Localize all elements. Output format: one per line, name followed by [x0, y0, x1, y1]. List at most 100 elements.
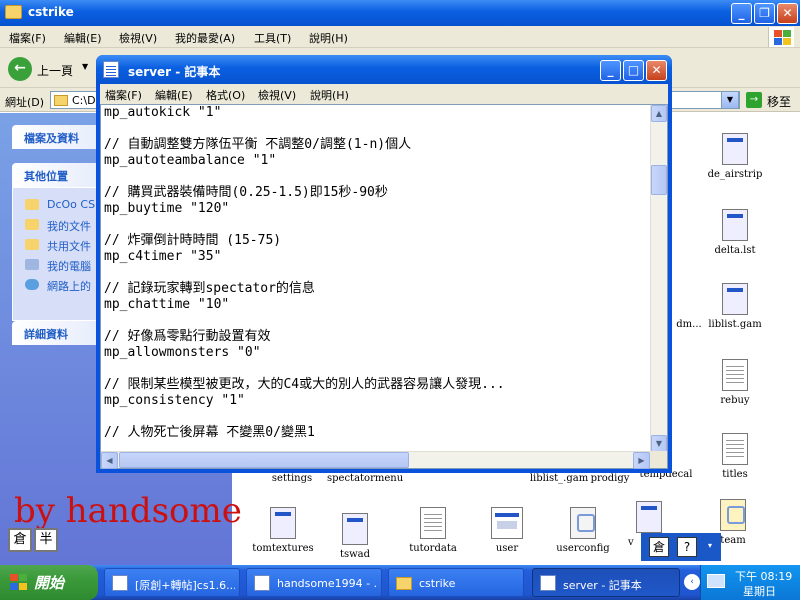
editor-line[interactable]: mp_autoteambalance "1": [104, 153, 649, 169]
explorer-title: cstrike: [28, 5, 74, 19]
menu-favorites[interactable]: 我的最愛(A): [175, 30, 235, 46]
clock-time[interactable]: 下午 08:19: [735, 568, 792, 584]
network-icon[interactable]: [707, 574, 725, 588]
editor-line[interactable]: // 購買武器裝備時間(0.25-1.5)即15秒-90秒: [104, 185, 649, 201]
editor-blank-line[interactable]: [104, 217, 649, 233]
editor-line[interactable]: // 好像爲零點行動設置有效: [104, 329, 649, 345]
minimize-button[interactable]: _: [731, 3, 752, 24]
file-label: spectatormenu: [327, 473, 404, 484]
editor-line[interactable]: mp_allowmonsters "0": [104, 345, 649, 361]
editor-line[interactable]: // 限制某些模型被更改，大的C4或大的別人的武器容易讓人發現...: [104, 377, 649, 393]
close-button[interactable]: ✕: [646, 60, 667, 81]
scroll-thumb[interactable]: [119, 452, 409, 468]
watermark-text: by handsome: [14, 491, 242, 531]
scroll-right-icon[interactable]: ▶: [633, 452, 650, 469]
menu-tools[interactable]: 工具(T): [254, 30, 291, 46]
ie-icon: [254, 575, 270, 591]
go-arrow-icon[interactable]: →: [746, 92, 762, 108]
editor-line[interactable]: // 炸彈倒計時時間 (15-75): [104, 233, 649, 249]
taskbar-button-notepad[interactable]: server - 記事本: [532, 568, 680, 597]
back-button[interactable]: 上一頁: [37, 62, 73, 79]
go-button[interactable]: 移至: [767, 93, 791, 110]
taskbar-button-ie2[interactable]: handsome1994 - ...: [246, 568, 382, 597]
editor-line[interactable]: mp_c4timer "35": [104, 249, 649, 265]
place-label: 共用文件: [47, 240, 91, 253]
window-icon: [491, 507, 523, 539]
folder-icon: [5, 5, 22, 19]
editor-blank-line[interactable]: [104, 265, 649, 281]
editor-line[interactable]: // 記錄玩家轉到spectator的信息: [104, 281, 649, 297]
scroll-thumb[interactable]: [651, 165, 667, 195]
documents-icon: [25, 219, 39, 230]
file-label: de_airstrip: [707, 169, 763, 180]
task-section-label: 詳細資料: [24, 328, 68, 341]
file-icon: [722, 359, 748, 391]
menu-file[interactable]: 檔案(F): [105, 87, 142, 103]
editor-blank-line[interactable]: [104, 361, 649, 377]
address-label: 網址(D): [5, 96, 45, 109]
horizontal-scrollbar[interactable]: ◀ ▶: [101, 451, 651, 469]
close-button[interactable]: ✕: [777, 3, 798, 24]
task-section-label: 其他位置: [24, 170, 68, 183]
chevron-down-icon[interactable]: ▾: [703, 537, 717, 557]
taskbar: 開始 [原創+轉帖]cs1.6... handsome1994 - ... cs…: [0, 565, 800, 600]
editor-line[interactable]: // 自動調整雙方隊伍平衡 不調整0/調整(1-n)個人: [104, 137, 649, 153]
place-label: DcOo CS: [47, 198, 96, 211]
menu-help[interactable]: 說明(H): [310, 87, 349, 103]
ime-indicator: 倉 半: [8, 528, 60, 552]
taskbar-button-cstrike[interactable]: cstrike: [388, 568, 524, 597]
taskbar-button-ie1[interactable]: [原創+轉帖]cs1.6...: [104, 568, 240, 597]
notepad-editor[interactable]: mp_autokick "1" // 自動調整雙方隊伍平衡 不調整0/調整(1-…: [100, 104, 668, 469]
tray-expand-chevron-icon[interactable]: ‹: [684, 574, 700, 590]
file-label: liblist.gam: [708, 319, 762, 330]
scroll-up-icon[interactable]: ▲: [651, 105, 667, 122]
vertical-scrollbar[interactable]: ▲ ▼: [650, 105, 667, 452]
menu-view[interactable]: 檢視(V): [119, 30, 157, 46]
windows-logo-icon: [768, 27, 794, 47]
explorer-titlebar[interactable]: cstrike _ ❐ ✕: [0, 0, 800, 26]
explorer-menubar: 檔案(F) 編輯(E) 檢視(V) 我的最愛(A) 工具(T) 說明(H): [0, 26, 800, 48]
taskbar-button-label: server - 記事本: [563, 579, 642, 592]
place-label: 網路上的: [47, 280, 91, 293]
ime-width-button[interactable]: 半: [34, 528, 58, 552]
maximize-button[interactable]: ❐: [754, 3, 775, 24]
scroll-left-icon[interactable]: ◀: [101, 452, 118, 469]
chevron-down-icon[interactable]: ▼: [82, 62, 88, 71]
editor-blank-line[interactable]: [104, 409, 649, 425]
menu-edit[interactable]: 編輯(E): [155, 87, 193, 103]
minimize-button[interactable]: _: [600, 60, 621, 81]
editor-blank-line[interactable]: [104, 169, 649, 185]
resize-grip[interactable]: [650, 451, 667, 468]
maximize-button[interactable]: □: [623, 60, 644, 81]
ime-mode-button[interactable]: 倉: [8, 528, 32, 552]
file-label: dm...: [676, 319, 702, 330]
editor-line[interactable]: mp_consistency "1": [104, 393, 649, 409]
editor-line[interactable]: mp_chattime "10": [104, 297, 649, 313]
menu-format[interactable]: 格式(O): [206, 87, 245, 103]
editor-line[interactable]: mp_buytime "120": [104, 201, 649, 217]
editor-line[interactable]: // 人物死亡後屏幕 不變黑0/變黑1: [104, 425, 649, 441]
file-icon: [722, 433, 748, 465]
ime-mode-button[interactable]: 倉: [649, 537, 669, 557]
menu-edit[interactable]: 編輯(E): [64, 30, 102, 46]
ie-icon: [112, 575, 128, 591]
file-icon: [570, 507, 596, 539]
file-label: settings: [271, 473, 313, 484]
folder-icon: [25, 239, 39, 250]
start-button[interactable]: 開始: [0, 565, 98, 600]
menu-view[interactable]: 檢視(V): [258, 87, 296, 103]
settings-gear-icon: [720, 499, 746, 531]
address-dropdown-chevron-icon[interactable]: ▼: [721, 91, 739, 109]
menu-file[interactable]: 檔案(F): [9, 30, 46, 46]
notepad-titlebar[interactable]: server - 記事本 _ □ ✕: [96, 55, 672, 84]
editor-text[interactable]: mp_autokick "1" // 自動調整雙方隊伍平衡 不調整0/調整(1-…: [104, 105, 649, 450]
editor-blank-line[interactable]: [104, 121, 649, 137]
editor-blank-line[interactable]: [104, 313, 649, 329]
ime-help-button[interactable]: ?: [677, 537, 697, 557]
back-arrow-icon[interactable]: ←: [8, 57, 32, 81]
file-label: user: [495, 543, 519, 554]
editor-line[interactable]: mp_autokick "1": [104, 105, 649, 121]
scroll-down-icon[interactable]: ▼: [651, 435, 667, 452]
menu-help[interactable]: 說明(H): [309, 30, 348, 46]
file-label: rebuy: [720, 395, 750, 406]
